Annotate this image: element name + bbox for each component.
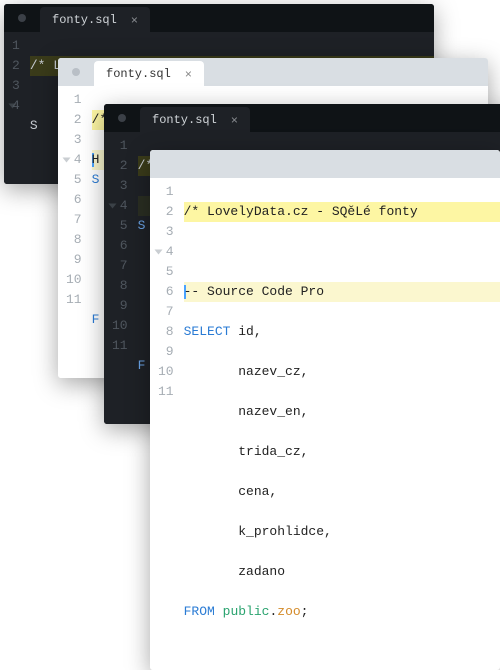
- line-number: 2: [112, 156, 128, 176]
- line-number: 9: [112, 296, 128, 316]
- code-line: k_prohlidce,: [184, 522, 500, 542]
- column: trida_cz,: [238, 444, 308, 459]
- code-line: nazev_en,: [184, 402, 500, 422]
- fold-icon[interactable]: [155, 250, 163, 255]
- line-number: 3: [12, 76, 20, 96]
- column: k_prohlidce,: [238, 524, 332, 539]
- comment-line: -- Source Code Pro: [184, 284, 324, 299]
- line-number: 10: [112, 316, 128, 336]
- line-gutter: 1 2 3 4 5 6 7 8 9 10 11: [58, 86, 92, 378]
- code-line: FROM public.zoo;: [184, 602, 500, 622]
- column: cena,: [238, 484, 277, 499]
- code-line: -- Source Code Pro: [184, 282, 500, 302]
- line-number: 6: [158, 282, 174, 302]
- column: id,: [238, 324, 261, 339]
- file-tab[interactable]: fonty.sql ×: [94, 61, 204, 86]
- file-tab[interactable]: fonty.sql ×: [140, 107, 250, 132]
- fold-icon[interactable]: [63, 158, 71, 163]
- line-number: 2: [12, 56, 20, 76]
- line-number: 7: [158, 302, 174, 322]
- close-icon[interactable]: ×: [185, 67, 192, 81]
- tab-bar: fonty.sql ×: [4, 4, 434, 32]
- line-number: 1: [112, 136, 128, 156]
- window-control-dot[interactable]: [72, 68, 80, 76]
- line-number: 11: [112, 336, 128, 356]
- line-number: 2: [158, 202, 174, 222]
- line-number: 11: [158, 382, 174, 402]
- line-number: 8: [66, 230, 82, 250]
- tab-bar: fonty.sql ×: [104, 104, 500, 132]
- line-number: 5: [158, 262, 174, 282]
- keyword: F: [138, 358, 146, 373]
- keyword-from: FROM: [184, 604, 215, 619]
- line-number: 4: [12, 96, 20, 116]
- code-text[interactable]: /* LovelyData.cz - SQěLé fonty -- Source…: [184, 178, 500, 670]
- keyword: F: [92, 312, 100, 327]
- line-gutter: 1 2 3 4: [4, 32, 30, 184]
- line-number: 8: [158, 322, 174, 342]
- semicolon: ;: [301, 604, 309, 619]
- keyword-select: SELECT: [184, 324, 231, 339]
- line-number: 7: [112, 256, 128, 276]
- line-number: 3: [66, 130, 82, 150]
- text-fragment: H: [92, 152, 100, 167]
- line-number: 6: [66, 190, 82, 210]
- line-number: 4: [66, 150, 82, 170]
- code-line: zadano: [184, 562, 500, 582]
- table-name: zoo: [277, 604, 300, 619]
- code-area[interactable]: 1 2 3 4 5 6 7 8 9 10 11 /* LovelyData.cz…: [150, 178, 500, 670]
- tab-bar: [150, 150, 500, 178]
- line-number: 11: [66, 290, 82, 310]
- line-number: 9: [158, 342, 174, 362]
- code-line: cena,: [184, 482, 500, 502]
- line-number: 7: [66, 210, 82, 230]
- line-number: 1: [12, 36, 20, 56]
- text-fragment: S: [30, 118, 38, 133]
- line-gutter: 1 2 3 4 5 6 7 8 9 10 11: [104, 132, 138, 424]
- code-line: /* LovelyData.cz - SQěLé fonty: [184, 202, 500, 222]
- line-number: 8: [112, 276, 128, 296]
- keyword: S: [138, 218, 146, 233]
- column: nazev_cz,: [238, 364, 308, 379]
- code-line: [184, 242, 500, 262]
- column: nazev_en,: [238, 404, 308, 419]
- close-icon[interactable]: ×: [131, 13, 138, 27]
- window-control-dot[interactable]: [18, 14, 26, 22]
- file-tab[interactable]: fonty.sql ×: [40, 7, 150, 32]
- schema-name: public: [223, 604, 270, 619]
- keyword: S: [92, 172, 100, 187]
- line-number: 2: [66, 110, 82, 130]
- window-control-dot[interactable]: [118, 114, 126, 122]
- line-number: 1: [158, 182, 174, 202]
- code-line: nazev_cz,: [184, 362, 500, 382]
- code-line: trida_cz,: [184, 442, 500, 462]
- line-number: 10: [158, 362, 174, 382]
- column: zadano: [238, 564, 285, 579]
- line-number: 6: [112, 236, 128, 256]
- line-number: 3: [112, 176, 128, 196]
- line-gutter: 1 2 3 4 5 6 7 8 9 10 11: [150, 178, 184, 670]
- code-line: SELECT id,: [184, 322, 500, 342]
- line-number: 4: [158, 242, 174, 262]
- line-number: 5: [66, 170, 82, 190]
- line-number: 4: [112, 196, 128, 216]
- dot: .: [269, 604, 277, 619]
- line-number: 3: [158, 222, 174, 242]
- line-number: 5: [112, 216, 128, 236]
- fold-icon[interactable]: [9, 104, 17, 109]
- close-icon[interactable]: ×: [231, 113, 238, 127]
- tab-filename: fonty.sql: [106, 67, 171, 81]
- line-number: 10: [66, 270, 82, 290]
- fold-icon[interactable]: [109, 204, 117, 209]
- editor-window-light-2: 1 2 3 4 5 6 7 8 9 10 11 /* LovelyData.cz…: [150, 150, 500, 670]
- line-number: 9: [66, 250, 82, 270]
- tab-filename: fonty.sql: [52, 13, 117, 27]
- line-number: 1: [66, 90, 82, 110]
- tab-filename: fonty.sql: [152, 113, 217, 127]
- tab-bar: fonty.sql ×: [58, 58, 488, 86]
